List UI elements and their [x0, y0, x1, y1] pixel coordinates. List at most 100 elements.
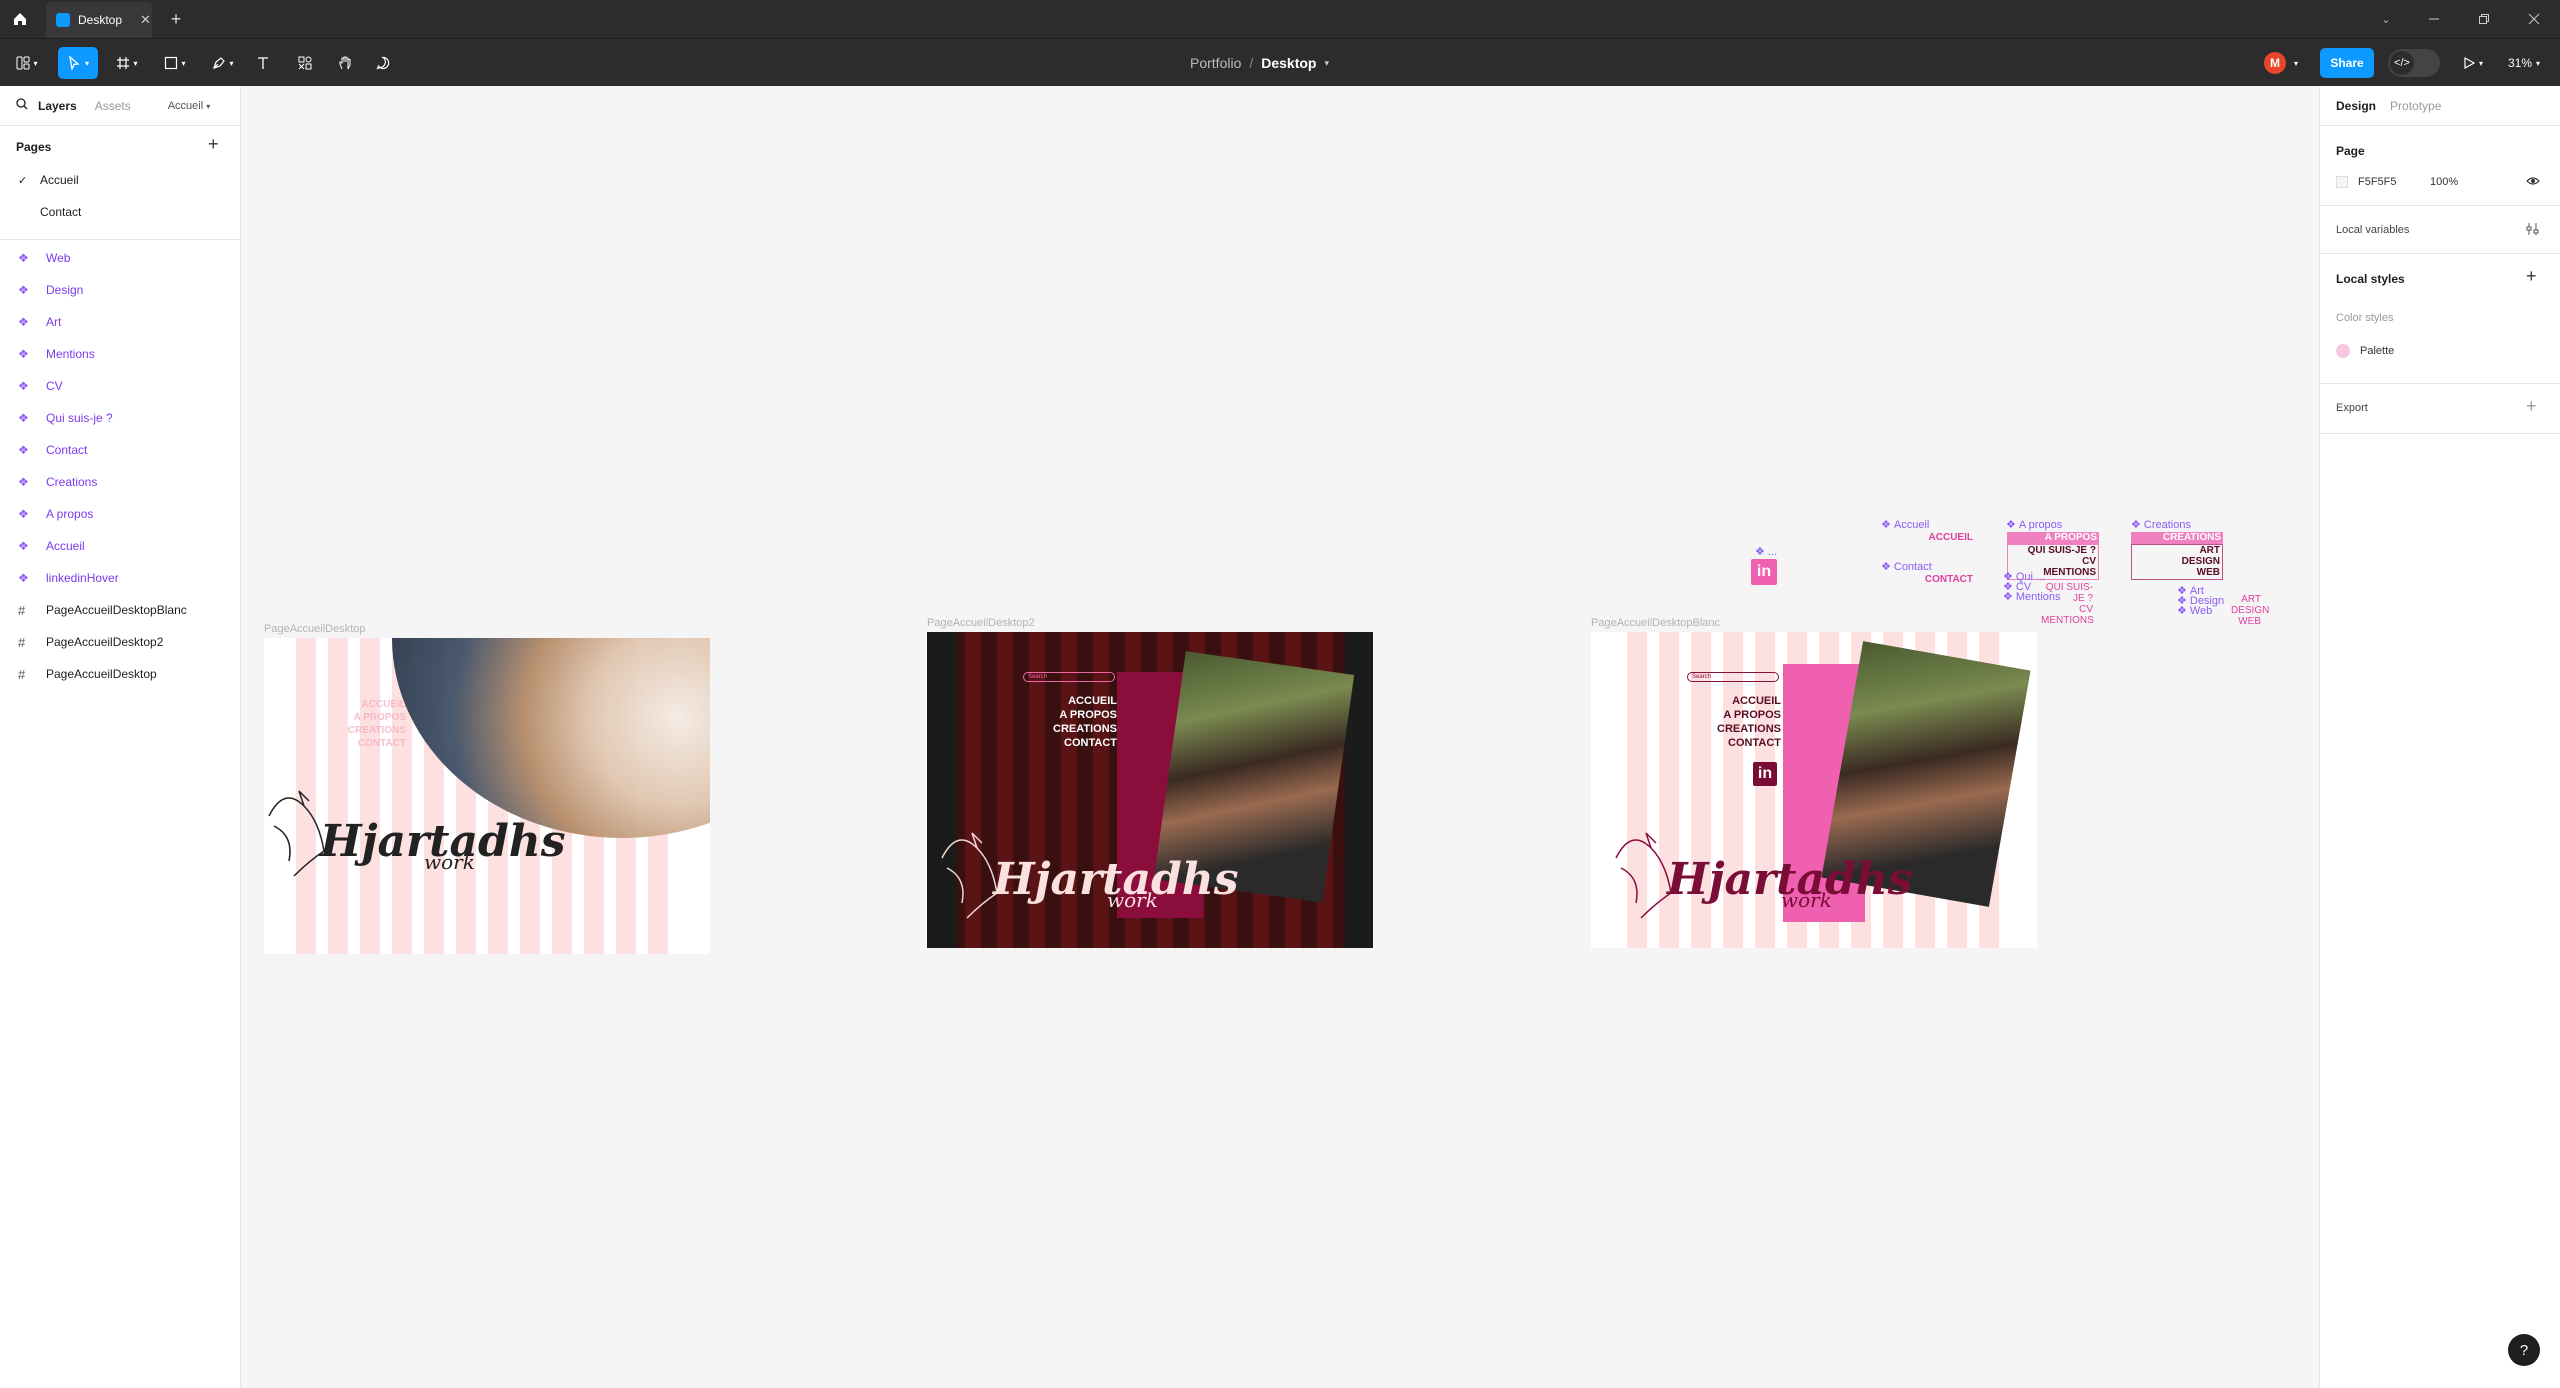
variant-label: DESIGN	[2231, 605, 2270, 616]
close-tab-icon[interactable]: ✕	[140, 12, 151, 28]
component-a-propos[interactable]: ❖ A propos	[2006, 518, 2063, 532]
nav-item[interactable]: CONTACT	[1023, 736, 1117, 750]
layer-item[interactable]: # PageAccueilDesktop2	[0, 626, 240, 658]
component-icon: ❖	[18, 507, 29, 521]
nav-item[interactable]: A PROPOS	[1687, 708, 1781, 722]
color-swatch[interactable]	[2336, 176, 2348, 188]
layer-item[interactable]: ❖ A propos	[0, 498, 240, 530]
palette-swatch[interactable]	[2336, 344, 2350, 358]
nav-item[interactable]: CREATIONS	[326, 724, 406, 737]
layer-label: PageAccueilDesktop	[46, 667, 157, 681]
canvas[interactable]: PageAccueilDesktop ACCUEIL A PROPOS CREA…	[241, 86, 2319, 1388]
component-icon: ❖	[2006, 519, 2016, 531]
component-label: Creations	[2143, 518, 2191, 531]
search-input[interactable]: Search	[1687, 672, 1779, 682]
layer-item[interactable]: ❖ Mentions	[0, 338, 240, 370]
zoom-control[interactable]: 31% ▾	[2500, 53, 2548, 73]
breadcrumb-separator: /	[1249, 55, 1254, 71]
hand-tool-button[interactable]	[334, 53, 356, 73]
palette-label[interactable]: Palette	[2360, 345, 2394, 357]
add-tab-button[interactable]: +	[166, 9, 186, 29]
chevron-down-icon[interactable]: ▾	[2290, 55, 2302, 71]
frame-page-accueil-desktop-2[interactable]: Search ACCUEIL A PROPOS CREATIONS CONTAC…	[927, 632, 1373, 948]
tab-layers[interactable]: Layers	[38, 99, 77, 113]
tab-prototype[interactable]: Prototype	[2390, 99, 2441, 113]
home-icon[interactable]	[10, 9, 30, 29]
layer-label: Art	[46, 315, 62, 329]
chevron-down-icon[interactable]: ▾	[1324, 58, 1329, 69]
share-button[interactable]: Share	[2320, 48, 2374, 78]
component-contact[interactable]: ❖ Contact	[1881, 560, 1932, 574]
layer-item[interactable]: ❖ Web	[0, 242, 240, 274]
file-name[interactable]: Desktop	[1261, 55, 1316, 71]
layer-item[interactable]: # PageAccueilDesktopBlanc	[0, 594, 240, 626]
chevron-down-icon[interactable]: ⌄	[2376, 9, 2396, 29]
search-icon[interactable]	[16, 98, 28, 113]
component-icon: ❖	[2177, 605, 2187, 617]
dev-mode-toggle[interactable]: </>	[2388, 49, 2440, 77]
search-input[interactable]: Search	[1023, 672, 1115, 682]
nav-item[interactable]: CONTACT	[1687, 736, 1781, 750]
page-color-value[interactable]: F5F5F5	[2358, 176, 2397, 188]
project-name[interactable]: Portfolio	[1190, 55, 1241, 71]
add-page-button[interactable]: +	[208, 134, 219, 155]
nav-item[interactable]: CREATIONS	[1687, 722, 1781, 736]
eye-icon[interactable]	[2526, 174, 2540, 193]
tab-design[interactable]: Design	[2336, 99, 2376, 113]
tab-desktop[interactable]: Desktop ✕	[46, 2, 152, 38]
linkedin-icon[interactable]: in	[1751, 559, 1777, 585]
nav-item[interactable]: ACCUEIL	[1023, 694, 1117, 708]
present-button[interactable]: ▾	[2458, 53, 2488, 73]
frame-page-accueil-desktop-blanc[interactable]: Search ACCUEIL A PROPOS CREATIONS CONTAC…	[1591, 632, 2037, 948]
frame-tool-button[interactable]: ▾	[110, 53, 144, 73]
component-linkedin-hover[interactable]: ❖...	[1755, 545, 1777, 559]
help-button[interactable]: ?	[2508, 1334, 2540, 1366]
variables-icon[interactable]	[2526, 222, 2540, 241]
text-tool-button[interactable]	[252, 53, 274, 73]
frame-title[interactable]: PageAccueilDesktop	[264, 623, 366, 635]
nav-item[interactable]: ACCUEIL	[326, 698, 406, 711]
frame-title[interactable]: PageAccueilDesktop2	[927, 617, 1035, 629]
layer-item[interactable]: ❖ Creations	[0, 466, 240, 498]
nav-item[interactable]: ACCUEIL	[1687, 694, 1781, 708]
frame-title[interactable]: PageAccueilDesktopBlanc	[1591, 617, 1720, 629]
layer-item[interactable]: # PageAccueilDesktop	[0, 658, 240, 690]
avatar[interactable]: M	[2264, 52, 2286, 74]
resources-tool-button[interactable]	[294, 53, 316, 73]
layer-item[interactable]: ❖ Art	[0, 306, 240, 338]
nav-item[interactable]: A PROPOS	[326, 711, 406, 724]
add-export-button[interactable]: +	[2526, 396, 2537, 417]
component-label: A propos	[2018, 518, 2063, 531]
layer-item[interactable]: ❖ CV	[0, 370, 240, 402]
component-accueil[interactable]: ❖ Accueil	[1881, 518, 1929, 532]
page-item-accueil[interactable]: ✓ Accueil	[0, 164, 240, 196]
restore-icon[interactable]	[2474, 9, 2494, 29]
frame-page-accueil-desktop[interactable]: ACCUEIL A PROPOS CREATIONS CONTACT Hjart…	[264, 638, 710, 954]
tab-assets[interactable]: Assets	[95, 99, 131, 113]
page-item-contact[interactable]: Contact	[0, 196, 240, 228]
current-page-selector[interactable]: Accueil ▾	[168, 100, 211, 112]
move-tool-button[interactable]: ▾	[58, 47, 98, 79]
minimize-icon[interactable]	[2424, 9, 2444, 29]
page-opacity-value[interactable]: 100%	[2430, 176, 2458, 188]
comment-tool-button[interactable]	[372, 53, 394, 73]
local-variables-section[interactable]: Local variables	[2320, 206, 2560, 254]
add-style-button[interactable]: +	[2526, 266, 2537, 287]
close-window-icon[interactable]	[2524, 9, 2544, 29]
nav-item[interactable]: CONTACT	[326, 737, 406, 750]
shape-tool-button[interactable]: ▾	[158, 53, 192, 73]
layer-item[interactable]: ❖ Qui suis-je ?	[0, 402, 240, 434]
pen-tool-button[interactable]: ▾	[206, 53, 240, 73]
nav-item[interactable]: A PROPOS	[1023, 708, 1117, 722]
nav-item[interactable]: CREATIONS	[1023, 722, 1117, 736]
layer-item[interactable]: ❖ Design	[0, 274, 240, 306]
layer-item[interactable]: ❖ Accueil	[0, 530, 240, 562]
component-web[interactable]: ❖ Web	[2177, 604, 2212, 618]
layer-item[interactable]: ❖ Contact	[0, 434, 240, 466]
layer-label: Accueil	[46, 539, 85, 553]
layer-item[interactable]: ❖ linkedinHover	[0, 562, 240, 594]
main-menu-button[interactable]: ▾	[12, 53, 42, 73]
component-creations[interactable]: ❖ Creations	[2131, 518, 2191, 532]
tab-title: Desktop	[78, 13, 123, 27]
linkedin-icon[interactable]: in	[1753, 762, 1777, 786]
